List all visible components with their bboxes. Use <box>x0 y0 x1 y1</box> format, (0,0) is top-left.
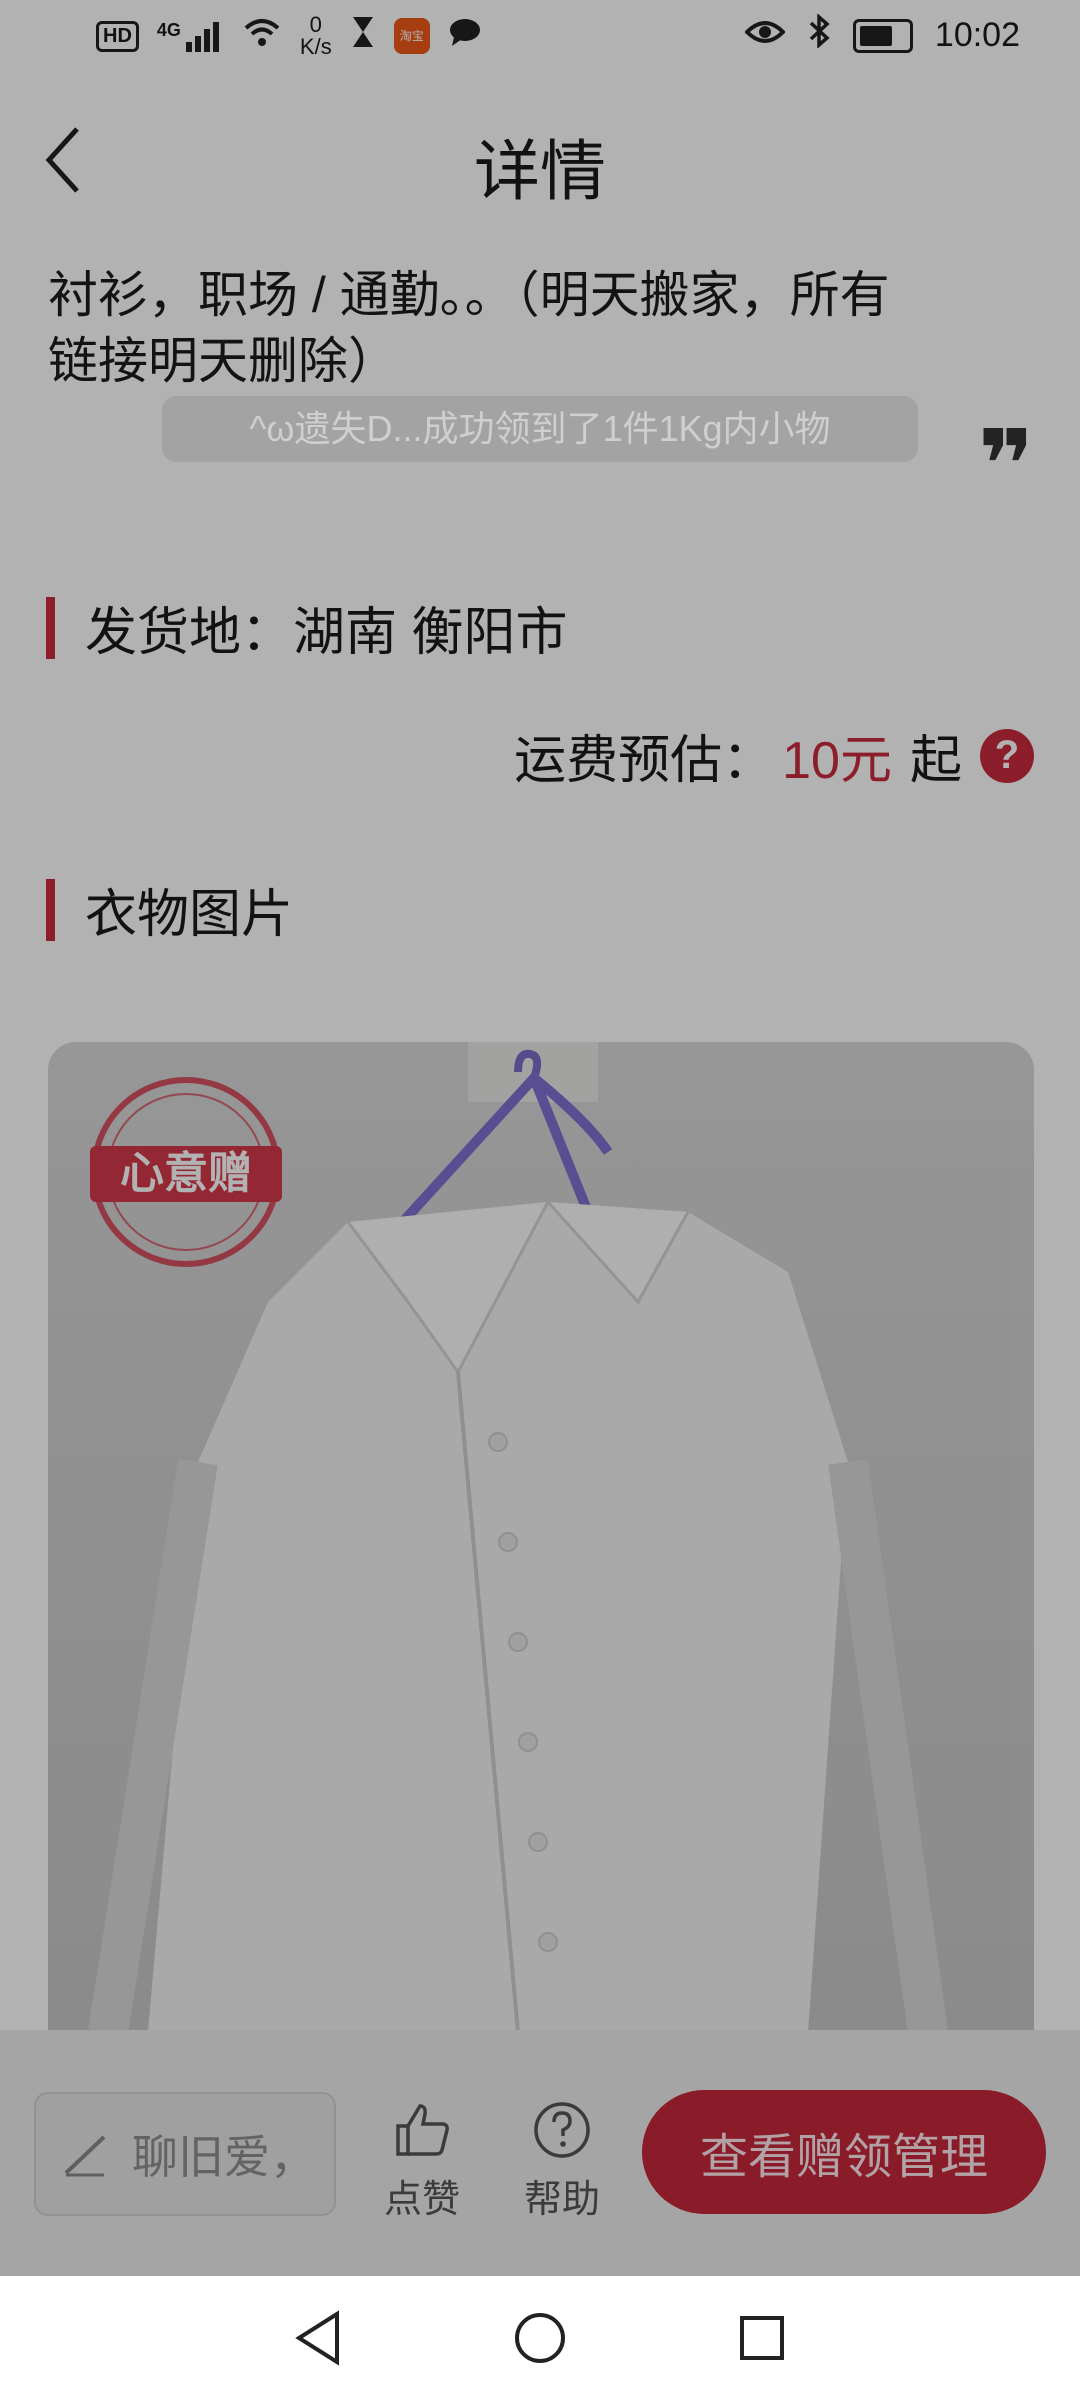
nav-back-button[interactable] <box>283 2303 353 2373</box>
triangle-back-icon <box>295 2310 339 2366</box>
dim-overlay[interactable] <box>0 0 1080 2276</box>
system-nav-bar <box>0 2276 1080 2400</box>
nav-home-button[interactable] <box>505 2303 575 2373</box>
nav-recents-button[interactable] <box>727 2303 797 2373</box>
detail-screen: HD 4G 0 K/s 淘宝 10:02 详情 衬衫，职场 / 通勤。。（明天搬… <box>0 0 1080 2400</box>
activity-toast: ^ω遗失D...成功领到了1件1Kg内小物 <box>162 396 918 462</box>
square-recents-icon <box>740 2316 784 2360</box>
circle-home-icon <box>515 2313 565 2363</box>
